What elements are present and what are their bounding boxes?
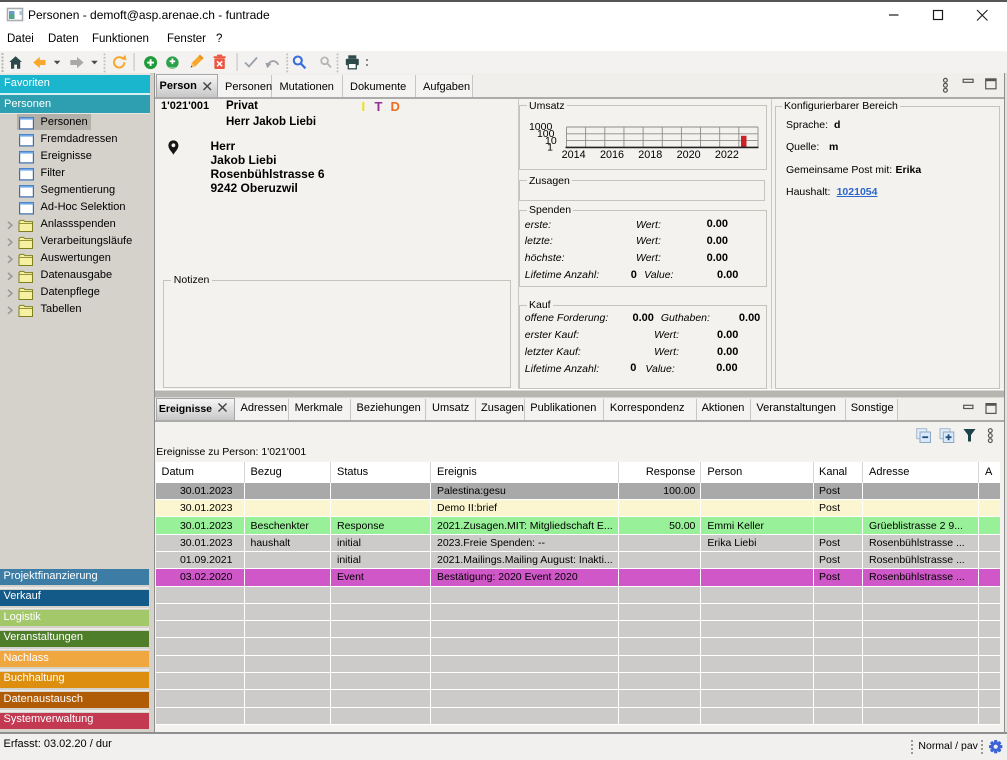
svg-text:2020: 2020 (677, 149, 701, 161)
svg-text:2018: 2018 (638, 149, 662, 161)
svg-text:2022: 2022 (715, 149, 739, 161)
svg-text:1: 1 (547, 142, 553, 154)
svg-text:2014: 2014 (562, 149, 586, 161)
svg-text:2016: 2016 (600, 149, 624, 161)
